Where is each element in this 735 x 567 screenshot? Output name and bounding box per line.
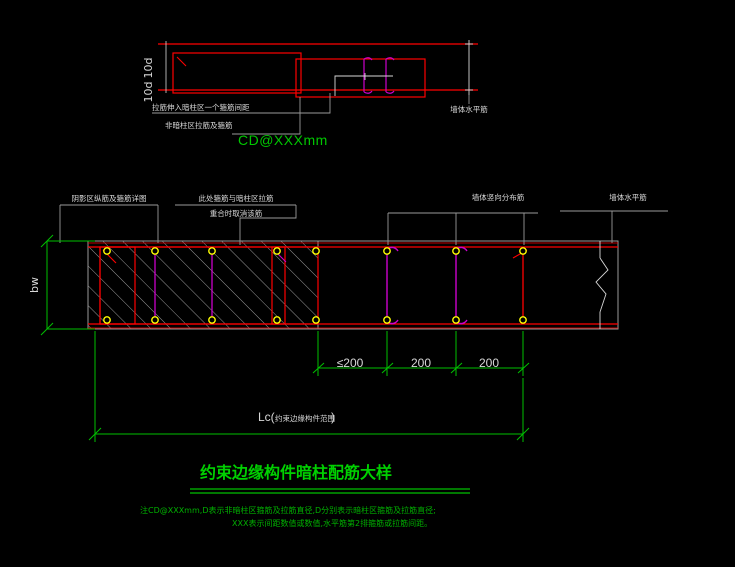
rebar-dot — [103, 247, 111, 255]
rebar-dot — [151, 316, 159, 324]
confined-zone-hatch — [87, 240, 319, 330]
top-anchor-label: 拉筋伸入暗柱区一个箍筋间距 — [152, 102, 250, 112]
dim-lc-label-end: ) — [331, 410, 335, 424]
label-confined-zone: 阴影区纵筋及箍筋详图 — [72, 193, 147, 203]
dim-spacing-label-1: 200 — [411, 356, 431, 370]
top-dim-10d-upper-label: 10d — [142, 58, 155, 79]
dim-spacing-label-2: 200 — [479, 356, 499, 370]
rebar-dot — [273, 316, 281, 324]
dim-lc-label-cn: 约束边缘构件范围 — [275, 413, 335, 423]
rebar-dot — [208, 247, 216, 255]
rebar-dot — [151, 247, 159, 255]
rebar-dot — [452, 316, 460, 324]
top-spec-text: CD@XXXmm — [238, 132, 328, 148]
label-horizontal-bars: 墙体水平筋 — [609, 192, 647, 202]
rebar-dot — [312, 316, 320, 324]
rebar-dot — [208, 316, 216, 324]
rebar-dot — [452, 247, 460, 255]
top-right-label: 墙体水平筋 — [450, 104, 488, 114]
rebar-dot — [273, 247, 281, 255]
dim-lc-label: Lc( — [258, 410, 275, 424]
dim-spacing-label-0: ≤200 — [337, 356, 364, 370]
top-dim-10d-lower-label: 10d — [142, 82, 155, 103]
cad-drawing-canvas: 10d 10d 墙体水平筋 拉筋伸入暗柱区一个箍筋间距 非暗柱区拉筋及箍筋 CD… — [0, 0, 735, 567]
dim-bw-label: bw — [28, 277, 41, 293]
top-stirrup-label: 非暗柱区拉筋及箍筋 — [165, 120, 233, 130]
rebar-dot — [519, 247, 527, 255]
rebar-dot — [383, 316, 391, 324]
note-line-1: 注CD@XXXmm,D表示非暗柱区箍筋及拉筋直径,D分别表示暗柱区箍筋及拉筋直径… — [140, 505, 436, 515]
label-vertical-bars: 墙体竖向分布筋 — [472, 192, 525, 202]
note-line-2: XXX表示间距数值或数值,水平筋第2排箍筋或拉筋间距。 — [232, 518, 432, 528]
drawing-title: 约束边缘构件暗柱配筋大样 — [200, 463, 392, 482]
label-overlap-bottom: 重合时取消该筋 — [210, 208, 263, 218]
rebar-dot — [383, 247, 391, 255]
rebar-dot — [312, 247, 320, 255]
rebar-dot — [519, 316, 527, 324]
rebar-dot — [103, 316, 111, 324]
label-overlap-top: 此处箍筋与暗柱区拉筋 — [199, 193, 274, 203]
